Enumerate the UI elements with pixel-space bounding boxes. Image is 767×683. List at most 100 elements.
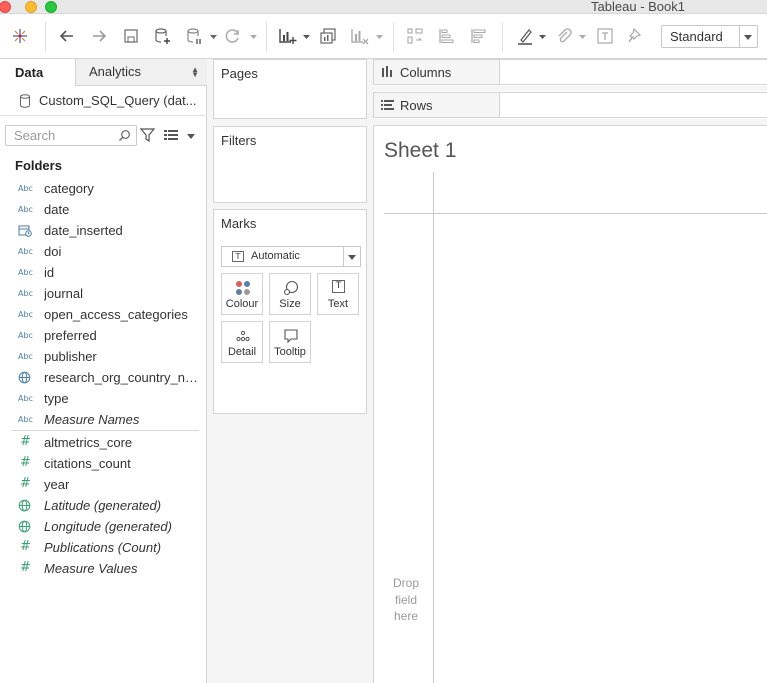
filter-icon[interactable] — [140, 128, 155, 142]
tooltip-icon — [284, 329, 298, 344]
text-button[interactable]: T Text — [317, 273, 359, 315]
drop-hint-line: here — [393, 609, 419, 623]
number-type-icon: # — [20, 539, 31, 554]
pin-icon[interactable] — [625, 25, 647, 47]
chevron-down-icon — [744, 35, 752, 40]
refresh-caret-icon[interactable] — [250, 35, 257, 39]
fit-select[interactable]: Standard — [661, 25, 758, 48]
column-axis-divider — [384, 213, 767, 214]
refresh-icon[interactable] — [222, 25, 244, 47]
field-item[interactable]: Abc category — [0, 178, 207, 199]
field-item[interactable]: Longitude (generated) — [0, 516, 207, 537]
marks-card-title: Marks — [221, 216, 257, 231]
clear-sheet-caret-icon[interactable] — [376, 35, 383, 39]
field-item[interactable]: Abc date — [0, 199, 207, 220]
pause-updates-caret-icon[interactable] — [210, 35, 217, 39]
tableau-logo-icon[interactable] — [9, 25, 31, 47]
field-name: citations_count — [44, 456, 131, 471]
redo-icon[interactable] — [88, 25, 110, 47]
columns-shelf-text: Columns — [400, 65, 452, 80]
highlight-caret-icon[interactable] — [539, 35, 546, 39]
attach-icon[interactable] — [553, 25, 575, 47]
text-mark-icon: T — [232, 251, 244, 262]
field-item[interactable]: research_org_country_na... — [0, 367, 207, 388]
toolbar-separator — [45, 22, 46, 52]
field-item[interactable]: Abc doi — [0, 241, 207, 262]
search-row — [0, 123, 207, 147]
globe-icon — [18, 371, 36, 384]
sheet-view: Sheet 1 Drop field here — [373, 125, 767, 683]
sheet-title[interactable]: Sheet 1 — [384, 139, 456, 163]
marks-card: Marks T Automatic Colour Size T Text Det… — [213, 209, 367, 414]
text-label-icon[interactable] — [594, 25, 616, 47]
tab-analytics[interactable]: Analytics ▲ ▼ — [75, 59, 207, 86]
field-item[interactable]: # altmetrics_core — [0, 432, 207, 453]
string-type-icon: Abc — [18, 184, 33, 193]
mark-type-select[interactable]: T Automatic — [221, 246, 361, 267]
pause-updates-icon[interactable] — [183, 25, 205, 47]
title-bar: Tableau - Book1 — [0, 0, 767, 14]
filters-card[interactable]: Filters — [213, 126, 367, 203]
tab-data[interactable]: Data — [0, 59, 75, 86]
field-name: Latitude (generated) — [44, 498, 162, 513]
field-item[interactable]: # citations_count — [0, 453, 207, 474]
field-item[interactable]: Abc open_access_categories — [0, 304, 207, 325]
tooltip-label: Tooltip — [274, 346, 306, 358]
colour-button[interactable]: Colour — [221, 273, 263, 315]
datasource-label: Custom_SQL_Query (dat... — [39, 93, 197, 108]
tab-analytics-label: Analytics — [89, 64, 142, 79]
sort-ascending-icon[interactable] — [436, 25, 458, 47]
field-item[interactable]: Abc preferred — [0, 325, 207, 346]
detail-button[interactable]: Detail — [221, 321, 263, 363]
rows-drop-area[interactable] — [500, 93, 767, 117]
field-item[interactable]: Abc Measure Names — [0, 409, 207, 430]
highlight-icon[interactable] — [514, 25, 536, 47]
undo-icon[interactable] — [56, 25, 78, 47]
drop-field-hint[interactable]: Drop field here — [384, 575, 428, 625]
chevron-down-icon[interactable] — [187, 134, 195, 139]
field-item[interactable]: Abc type — [0, 388, 207, 409]
swap-icon[interactable] — [404, 25, 426, 47]
new-worksheet-caret-icon[interactable] — [303, 35, 310, 39]
field-name: Measure Values — [44, 561, 138, 576]
attach-caret-icon[interactable] — [579, 35, 586, 39]
columns-drop-area[interactable] — [500, 60, 767, 84]
new-datasource-icon[interactable] — [151, 25, 173, 47]
string-type-icon: Abc — [18, 394, 33, 403]
string-type-icon: Abc — [18, 331, 33, 340]
tooltip-button[interactable]: Tooltip — [269, 321, 311, 363]
field-name: preferred — [44, 328, 97, 343]
size-button[interactable]: Size — [269, 273, 311, 315]
field-item[interactable]: Latitude (generated) — [0, 495, 207, 516]
zoom-window-button[interactable] — [45, 1, 57, 13]
field-item[interactable]: Abc id — [0, 262, 207, 283]
field-name: id — [44, 265, 55, 280]
new-worksheet-icon[interactable] — [276, 25, 298, 47]
pages-card-title: Pages — [221, 66, 258, 81]
close-window-button[interactable] — [0, 1, 11, 13]
field-item[interactable]: date_inserted — [0, 220, 207, 241]
field-name: altmetrics_core — [44, 435, 133, 450]
shelf-gap — [373, 86, 767, 91]
pages-card[interactable]: Pages — [213, 59, 367, 119]
sort-descending-icon[interactable] — [468, 25, 490, 47]
filters-card-title: Filters — [221, 133, 257, 148]
field-item[interactable]: Abc journal — [0, 283, 207, 304]
string-type-icon: Abc — [18, 310, 33, 319]
field-item[interactable]: # Measure Values — [0, 558, 207, 579]
clear-sheet-icon[interactable] — [348, 25, 370, 47]
number-type-icon: # — [20, 560, 31, 575]
field-item[interactable]: # year — [0, 474, 207, 495]
search-icon — [119, 130, 130, 141]
field-name: category — [44, 181, 94, 196]
minimize-window-button[interactable] — [25, 1, 37, 13]
field-item[interactable]: # Publications (Count) — [0, 537, 207, 558]
rows-shelf: Rows — [373, 92, 767, 118]
search-input[interactable] — [6, 126, 106, 145]
datasource-item[interactable]: Custom_SQL_Query (dat... — [0, 86, 207, 116]
field-item[interactable]: Abc publisher — [0, 346, 207, 367]
list-view-icon[interactable] — [164, 129, 178, 141]
save-icon[interactable] — [120, 25, 142, 47]
folders-title: Folders — [15, 158, 62, 173]
duplicate-sheet-icon[interactable] — [317, 25, 339, 47]
